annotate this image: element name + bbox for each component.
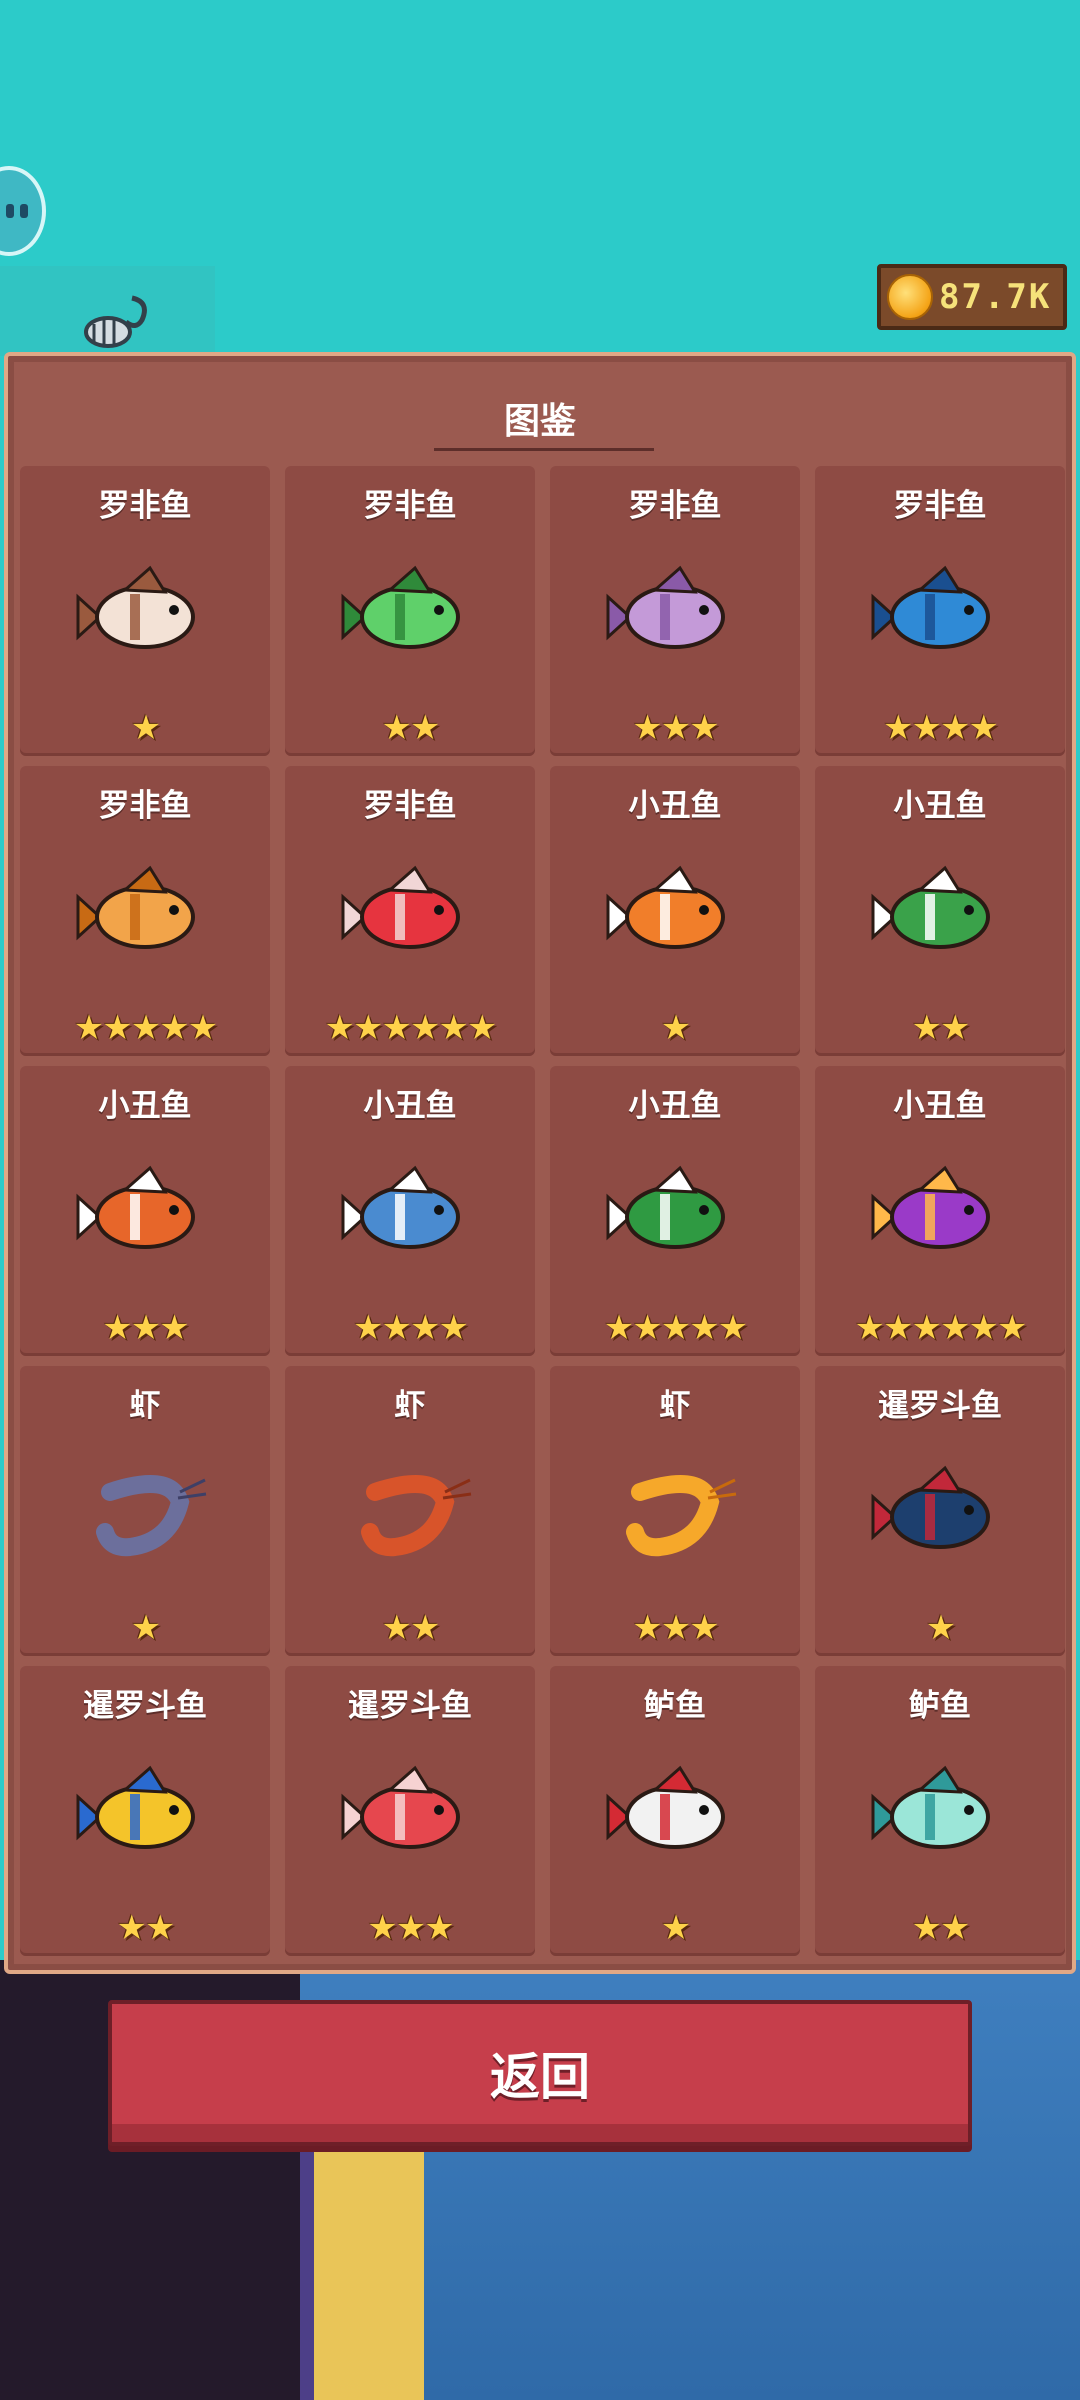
fish-icon	[871, 1165, 990, 1249]
star-rating: ★★★★★★	[854, 1308, 1028, 1348]
fish-card[interactable]: 罗非鱼 ★★★★★★	[285, 766, 535, 1056]
fish-card[interactable]: 罗非鱼 ★	[20, 466, 270, 756]
fish-name: 小丑鱼	[363, 1088, 457, 1124]
return-button[interactable]: 返回	[108, 2000, 972, 2146]
fish-card[interactable]: 虾 ★★★	[550, 1366, 800, 1656]
fish-name: 罗非鱼	[98, 788, 192, 824]
fish-name: 虾	[659, 1388, 691, 1424]
star-rating: ★★	[116, 1908, 176, 1948]
fish-name: 小丑鱼	[628, 788, 722, 824]
fish-name: 暹罗斗鱼	[878, 1388, 1002, 1424]
coin-counter: 87.7K	[877, 264, 1067, 330]
fish-name: 小丑鱼	[893, 788, 987, 824]
star-rating: ★	[130, 708, 161, 748]
fish-card[interactable]: 小丑鱼 ★★	[815, 766, 1065, 1056]
fish-name: 小丑鱼	[628, 1088, 722, 1124]
fish-codex-panel: 图鉴 罗非鱼 ★ 罗非鱼 ★★ 罗非鱼 ★★★ 罗非鱼 ★★★★ 罗非鱼 ★★★★★ 罗非鱼 ★★★★…	[4, 352, 1076, 1974]
fish-name: 暹罗斗鱼	[348, 1688, 472, 1724]
star-rating: ★★★★	[883, 708, 999, 748]
fish-name: 罗非鱼	[363, 788, 457, 824]
fish-card[interactable]: 小丑鱼 ★	[550, 766, 800, 1056]
star-rating: ★★	[911, 1008, 971, 1048]
star-rating: ★★★	[367, 1908, 454, 1948]
fish-name: 罗非鱼	[363, 488, 457, 524]
fish-card[interactable]: 鲈鱼 ★★	[815, 1666, 1065, 1956]
fish-icon	[606, 1765, 725, 1849]
fish-grid: 罗非鱼 ★ 罗非鱼 ★★ 罗非鱼 ★★★ 罗非鱼 ★★★★ 罗非鱼 ★★★★★ 罗非鱼 ★★★★★★ 小…	[20, 466, 1065, 1956]
fish-card[interactable]: 虾 ★★	[285, 1366, 535, 1656]
fishing-hook-icon[interactable]	[72, 290, 162, 360]
fish-icon	[626, 1475, 737, 1557]
fish-card[interactable]: 小丑鱼 ★★★★	[285, 1066, 535, 1356]
fish-icon	[871, 565, 990, 649]
fish-name: 鲈鱼	[909, 1688, 971, 1724]
fish-icon	[341, 1765, 460, 1849]
panel-title: 图鉴	[503, 401, 576, 442]
fish-icon	[871, 1765, 990, 1849]
fish-card[interactable]: 罗非鱼 ★★	[285, 466, 535, 756]
star-rating: ★	[660, 1008, 691, 1048]
fish-icon	[76, 865, 195, 949]
fish-name: 暹罗斗鱼	[83, 1688, 207, 1724]
star-rating: ★★★	[632, 708, 719, 748]
fish-card[interactable]: 罗非鱼 ★★★★	[815, 466, 1065, 756]
fish-icon	[871, 1465, 990, 1549]
star-rating: ★★★	[632, 1608, 719, 1648]
background-sand	[300, 2150, 424, 2400]
fish-name: 罗非鱼	[628, 488, 722, 524]
coin-amount: 87.7K	[939, 277, 1052, 317]
fish-card[interactable]: 小丑鱼 ★★★★★	[550, 1066, 800, 1356]
fish-icon	[606, 865, 725, 949]
star-rating: ★★	[381, 1608, 441, 1648]
fish-name: 鲈鱼	[644, 1688, 706, 1724]
fish-icon	[76, 1165, 195, 1249]
fish-icon	[341, 565, 460, 649]
fish-name: 虾	[394, 1388, 426, 1424]
fish-icon	[606, 565, 725, 649]
title-divider	[434, 448, 654, 451]
fish-card[interactable]: 小丑鱼 ★★★	[20, 1066, 270, 1356]
fish-card[interactable]: 暹罗斗鱼 ★	[815, 1366, 1065, 1656]
star-rating: ★	[130, 1608, 161, 1648]
fish-name: 虾	[129, 1388, 161, 1424]
fish-card[interactable]: 虾 ★	[20, 1366, 270, 1656]
fish-icon	[871, 865, 990, 949]
coin-icon	[887, 274, 933, 320]
fish-icon	[96, 1475, 207, 1557]
fish-name: 罗非鱼	[98, 488, 192, 524]
fish-icon	[76, 1765, 195, 1849]
fish-name: 小丑鱼	[893, 1088, 987, 1124]
fish-icon	[341, 865, 460, 949]
fish-card[interactable]: 暹罗斗鱼 ★★★	[285, 1666, 535, 1956]
star-rating: ★★★★★	[603, 1308, 748, 1348]
fish-icon	[341, 1165, 460, 1249]
star-rating: ★	[925, 1608, 956, 1648]
fish-card[interactable]: 罗非鱼 ★★★★★	[20, 766, 270, 1056]
fish-icon	[76, 565, 195, 649]
fish-card[interactable]: 鲈鱼 ★	[550, 1666, 800, 1956]
profile-avatar-button[interactable]	[0, 166, 46, 256]
fish-card[interactable]: 罗非鱼 ★★★	[550, 466, 800, 756]
star-rating: ★★★	[102, 1308, 189, 1348]
star-rating: ★★★★★★	[324, 1008, 498, 1048]
star-rating: ★★★★	[353, 1308, 469, 1348]
fish-icon	[606, 1165, 725, 1249]
fish-card[interactable]: 暹罗斗鱼 ★★	[20, 1666, 270, 1956]
star-rating: ★★	[911, 1908, 971, 1948]
star-rating: ★	[660, 1908, 691, 1948]
star-rating: ★★★★★	[73, 1008, 218, 1048]
fish-name: 小丑鱼	[98, 1088, 192, 1124]
star-rating: ★★	[381, 708, 441, 748]
fish-name: 罗非鱼	[893, 488, 987, 524]
fish-card[interactable]: 小丑鱼 ★★★★★★	[815, 1066, 1065, 1356]
fish-icon	[361, 1475, 472, 1557]
